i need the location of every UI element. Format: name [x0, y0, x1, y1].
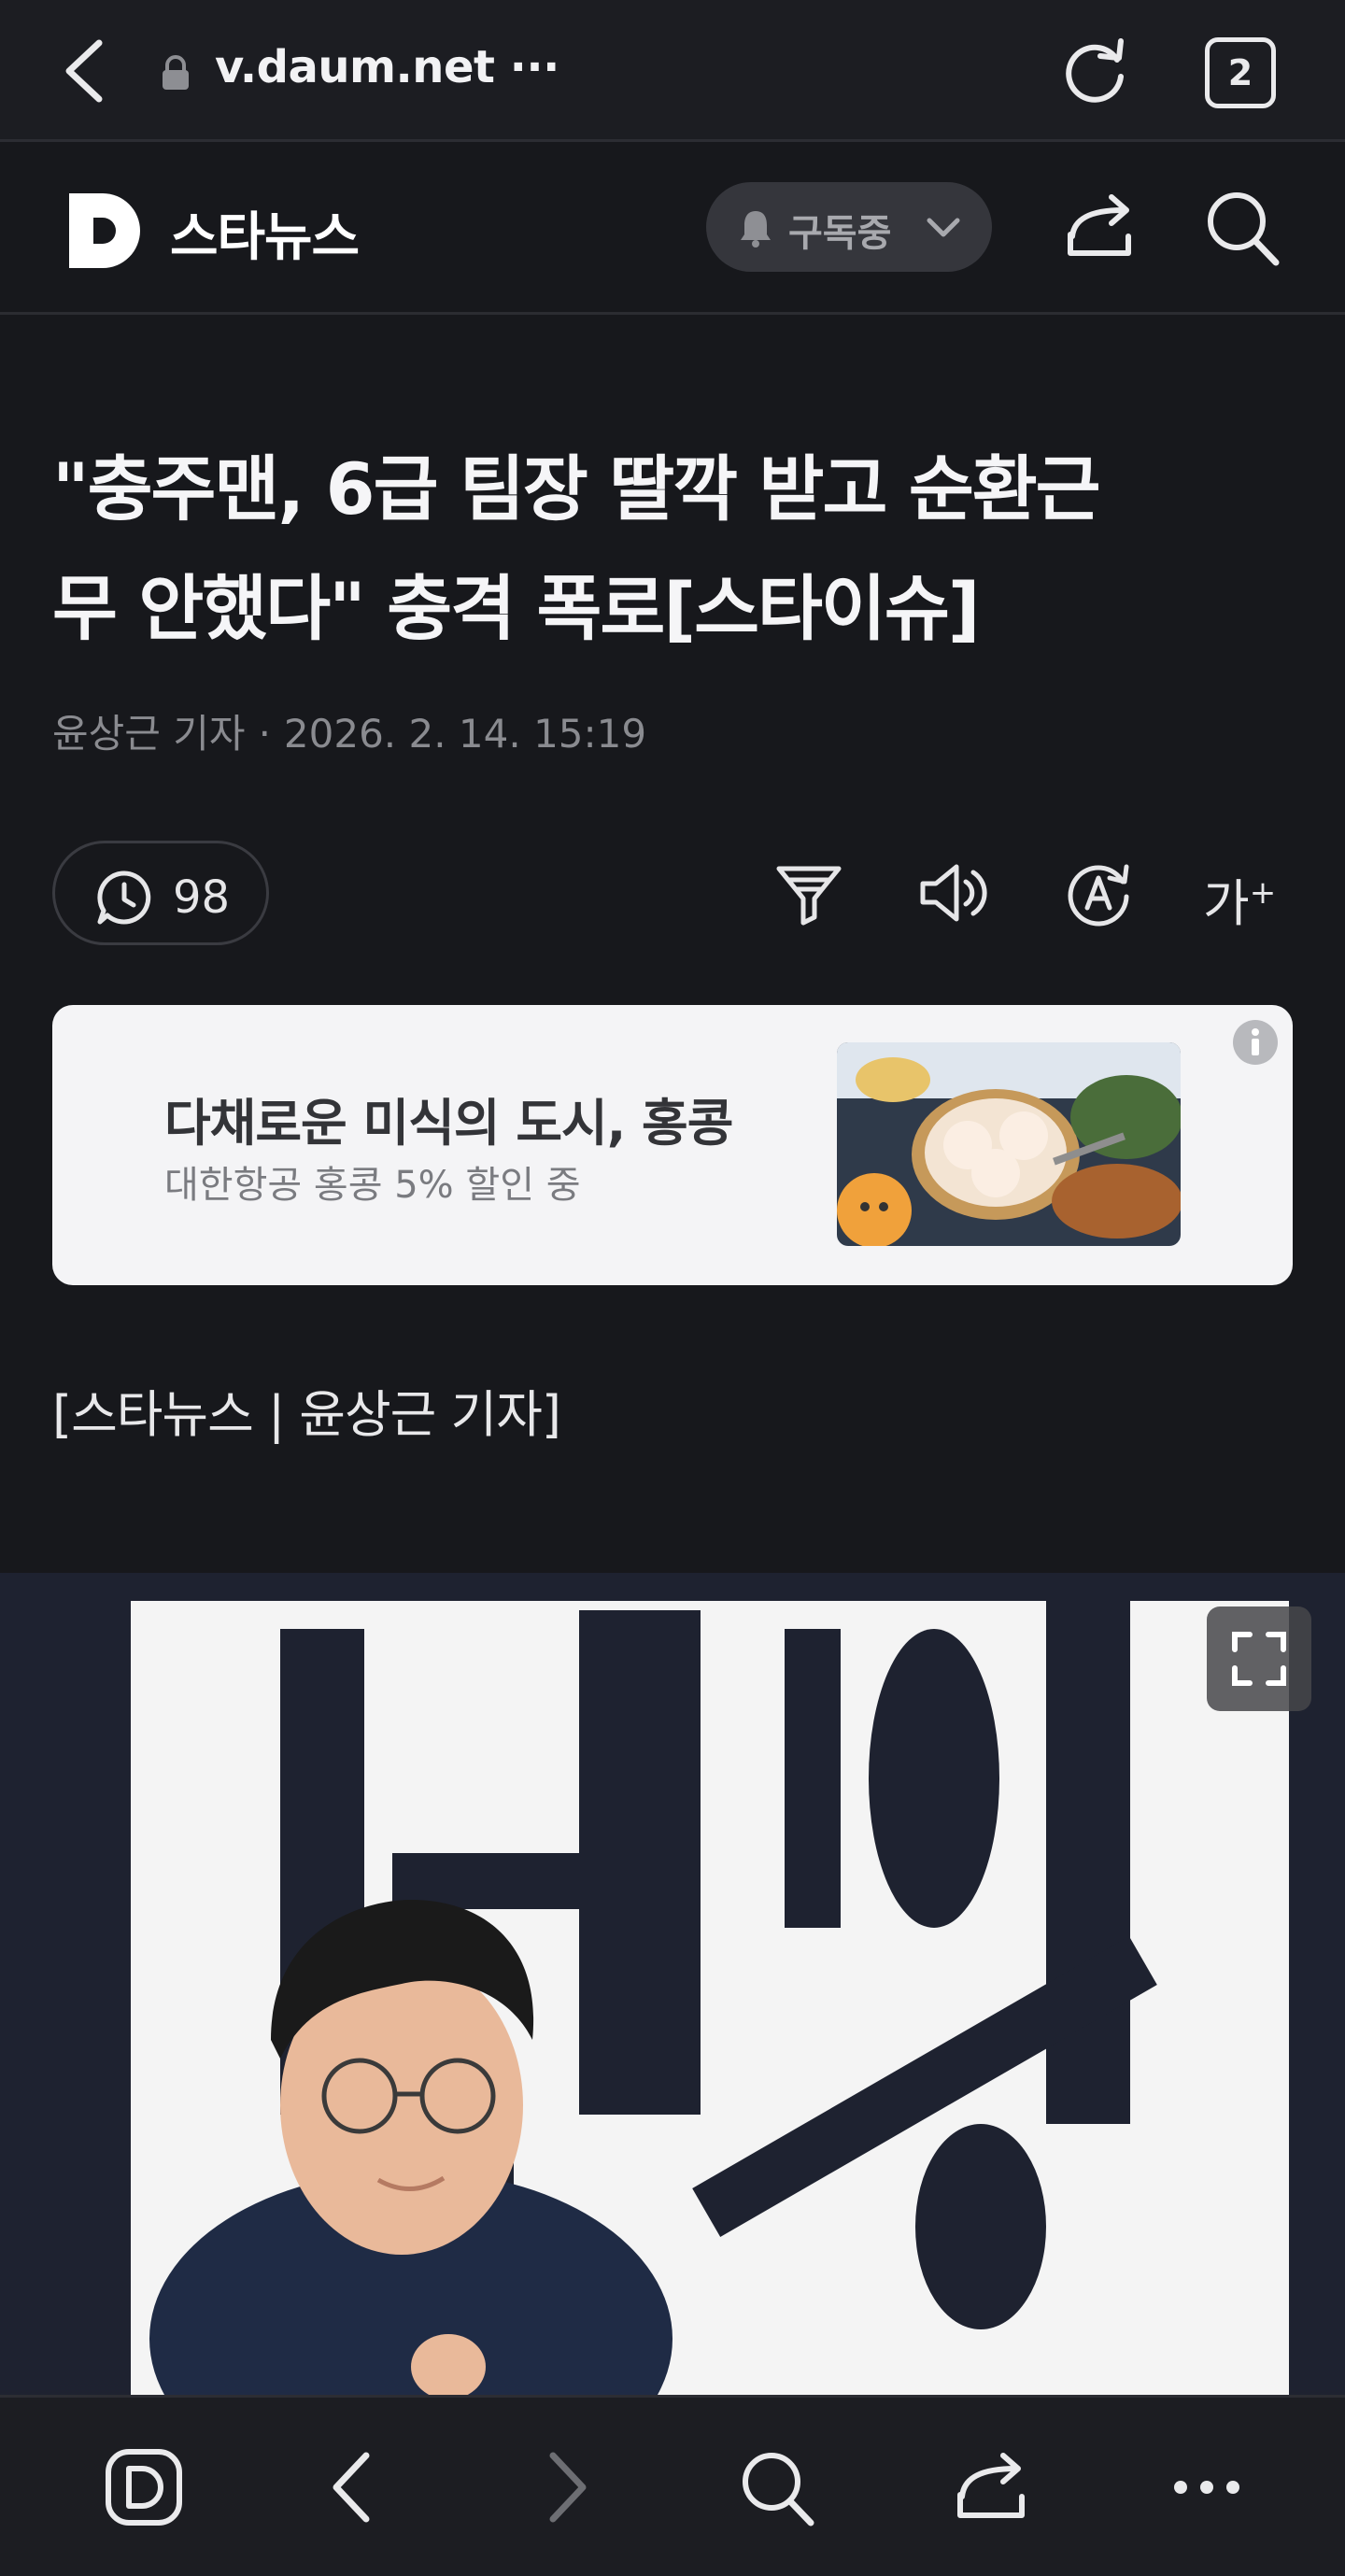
article-toolbar: 98 가+ [52, 841, 1295, 947]
info-icon[interactable] [1231, 1018, 1280, 1067]
ad-image [837, 1042, 1181, 1246]
more-icon[interactable] [1162, 2442, 1252, 2532]
article-byline: [스타뉴스 | 윤상근 기자] [52, 1385, 561, 1444]
chevron-down-icon [927, 218, 960, 237]
nav-search-icon[interactable] [732, 2442, 822, 2532]
expand-photo-button[interactable] [1207, 1606, 1311, 1711]
font-size-label: 가 [1203, 874, 1250, 933]
ad-title: 다채로운 미식의 도시, 홍콩 [164, 1094, 733, 1153]
reload-icon[interactable] [1059, 34, 1134, 108]
chevron-left-icon[interactable] [52, 34, 118, 108]
headline-line-1: "충주맨, 6급 팀장 딸깍 받고 순환근 [52, 447, 1101, 531]
article-headline: "충주맨, 6급 팀장 딸깍 받고 순환근 무 안했다" 충격 폭로[스타이슈] [52, 430, 1295, 669]
summary-filter-icon[interactable] [772, 856, 846, 930]
share-icon[interactable] [1061, 188, 1140, 266]
daum-home-icon[interactable] [99, 2442, 189, 2532]
photo-image [0, 1573, 1345, 2395]
nav-share-icon[interactable] [947, 2442, 1037, 2532]
ad-subtitle: 대한항공 홍콩 5% 할인 중 [164, 1164, 581, 1207]
publish-datetime: 2026. 2. 14. 15:19 [283, 711, 647, 757]
search-icon[interactable] [1203, 186, 1281, 268]
daum-logo-icon[interactable] [65, 190, 146, 272]
headline-line-2: 무 안했다" 충격 폭로[스타이슈] [52, 567, 980, 650]
nav-back-icon[interactable] [308, 2442, 398, 2532]
speaker-icon[interactable] [915, 856, 990, 930]
fullscreen-icon [1232, 1632, 1286, 1686]
comment-count: 98 [173, 871, 231, 924]
site-header: 스타뉴스 구독중 [0, 145, 1345, 315]
bottom-navigation [0, 2395, 1345, 2576]
url-text[interactable]: v.daum.net ··· [215, 41, 559, 93]
subscribe-button[interactable]: 구독중 [706, 182, 992, 272]
nav-forward-icon[interactable] [521, 2442, 611, 2532]
article-meta: 윤상근 기자 · 2026. 2. 14. 15:19 [52, 702, 646, 759]
tabs-button[interactable]: 2 [1205, 37, 1276, 108]
author-name[interactable]: 윤상근 기자 [52, 711, 246, 757]
browser-url-bar: v.daum.net ··· 2 [0, 0, 1345, 142]
translate-icon[interactable] [1061, 856, 1136, 930]
brand-name[interactable]: 스타뉴스 [170, 195, 360, 271]
lock-icon [163, 55, 189, 90]
subscribe-label: 구독중 [788, 212, 892, 255]
article-photo[interactable] [0, 1573, 1345, 2395]
meta-separator: · [258, 711, 271, 757]
bell-icon [741, 211, 771, 248]
comment-button[interactable]: 98 [52, 841, 269, 945]
ad-banner[interactable]: 다채로운 미식의 도시, 홍콩 대한항공 홍콩 5% 할인 중 [52, 1005, 1293, 1285]
plus-icon: + [1249, 874, 1277, 912]
comment-icon [97, 870, 151, 925]
font-size-button[interactable]: 가+ [1203, 856, 1278, 933]
